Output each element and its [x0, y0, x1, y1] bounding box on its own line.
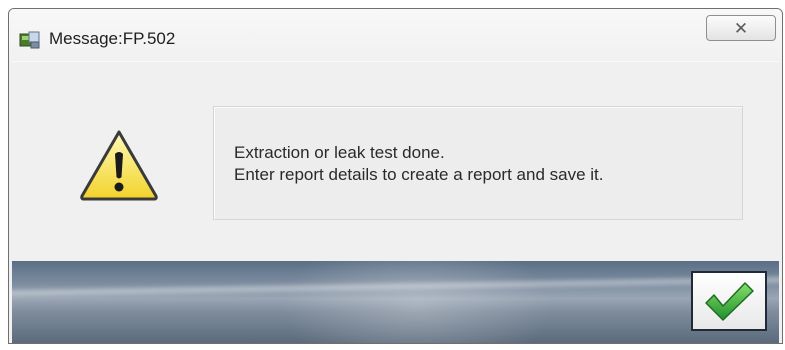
title-bar[interactable]: Message:FP.502 ✕ — [9, 9, 782, 61]
message-panel: Extraction or leak test done. Enter repo… — [213, 106, 743, 220]
message-line: Enter report details to create a report … — [234, 165, 604, 184]
close-button[interactable]: ✕ — [706, 15, 776, 41]
message-line: Extraction or leak test done. — [234, 143, 445, 162]
warning-icon — [80, 130, 158, 201]
dialog-footer — [12, 261, 779, 343]
close-icon: ✕ — [733, 18, 749, 38]
app-icon — [19, 31, 40, 49]
ok-button[interactable] — [691, 271, 767, 331]
dialog-body: Extraction or leak test done. Enter repo… — [12, 61, 779, 255]
window-title: Message:FP.502 — [49, 29, 176, 48]
checkmark-icon — [705, 282, 754, 321]
message-dialog: Message:FP.502 ✕ Extraction or leak test… — [8, 8, 783, 344]
